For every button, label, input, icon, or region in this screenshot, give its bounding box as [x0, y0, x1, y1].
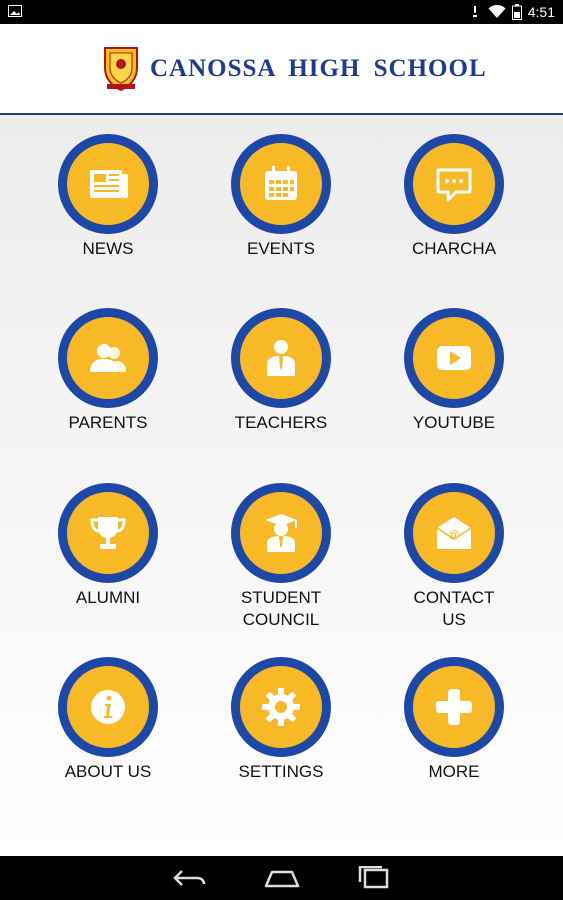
tile-label: STUDENT COUNCIL: [240, 588, 322, 629]
back-icon: [173, 870, 206, 886]
youtube-button[interactable]: [404, 308, 504, 408]
status-bar: 4:51: [0, 0, 563, 24]
page-title: CANOSSA HIGH SCHOOL: [150, 55, 487, 82]
charcha-button[interactable]: [404, 134, 504, 234]
tile-settings[interactable]: SETTINGS: [201, 657, 361, 807]
navigation-bar: [0, 856, 563, 900]
info-icon: [91, 690, 125, 724]
about-us-button[interactable]: [58, 657, 158, 757]
tile-charcha[interactable]: CHARCHA: [374, 134, 534, 284]
tile-about-us[interactable]: ABOUT US: [28, 657, 188, 807]
tile-news[interactable]: NEWS: [28, 134, 188, 284]
app-header: CANOSSA HIGH SCHOOL: [0, 24, 563, 115]
tile-label: EVENTS: [246, 239, 316, 258]
settings-button[interactable]: [231, 657, 331, 757]
tile-label: SETTINGS: [238, 762, 324, 781]
teachers-button[interactable]: [231, 308, 331, 408]
more-button[interactable]: [404, 657, 504, 757]
tile-label: CHARCHA: [411, 239, 497, 258]
home-icon: [264, 870, 300, 888]
status-time: 4:51: [527, 4, 555, 20]
events-button[interactable]: [231, 134, 331, 234]
svg-text:@: @: [448, 529, 459, 541]
tile-contact-us[interactable]: @ CONTACT US: [374, 483, 534, 633]
recents-button[interactable]: [355, 864, 391, 892]
mail-icon: @: [436, 517, 472, 549]
calendar-icon: [265, 166, 297, 200]
chat-bubble-icon: [436, 168, 472, 202]
brand: CANOSSA HIGH SCHOOL: [102, 44, 487, 92]
play-icon: [437, 346, 471, 370]
news-button[interactable]: [58, 134, 158, 234]
contact-us-button[interactable]: @: [404, 483, 504, 583]
wifi-icon: [488, 5, 506, 18]
menu-grid: NEWS EVENTS CHARCHA PARENTS TEACHERS YOU…: [0, 115, 563, 856]
recents-icon: [358, 866, 389, 889]
school-crest-logo: [104, 47, 138, 92]
gear-icon: [262, 688, 300, 726]
tile-teachers[interactable]: TEACHERS: [201, 308, 361, 458]
graduate-icon: [265, 514, 297, 552]
parents-button[interactable]: [58, 308, 158, 408]
tile-label: ALUMNI: [75, 588, 141, 607]
tile-parents[interactable]: PARENTS: [28, 308, 188, 458]
back-button[interactable]: [172, 864, 208, 892]
mute-icon: [472, 6, 477, 17]
tile-more[interactable]: MORE: [374, 657, 534, 807]
alumni-button[interactable]: [58, 483, 158, 583]
image-notification-icon: [8, 5, 22, 17]
tile-youtube[interactable]: YOUTUBE: [374, 308, 534, 458]
plus-icon: [436, 689, 472, 725]
tile-events[interactable]: EVENTS: [201, 134, 361, 284]
tile-student-council[interactable]: STUDENT COUNCIL: [201, 483, 361, 633]
battery-icon: [511, 4, 522, 20]
trophy-icon: [90, 517, 126, 549]
tile-label: ABOUT US: [64, 762, 152, 781]
users-icon: [90, 344, 126, 372]
tile-label: YOUTUBE: [412, 413, 496, 432]
tile-label: CONTACT US: [413, 588, 495, 629]
student-council-button[interactable]: [231, 483, 331, 583]
tile-alumni[interactable]: ALUMNI: [28, 483, 188, 633]
tile-label: NEWS: [82, 239, 134, 258]
tile-label: PARENTS: [68, 413, 148, 432]
tile-label: TEACHERS: [234, 413, 328, 432]
newspaper-icon: [90, 170, 128, 198]
home-button[interactable]: [264, 864, 300, 892]
teacher-icon: [267, 340, 295, 376]
tile-label: MORE: [428, 762, 480, 781]
